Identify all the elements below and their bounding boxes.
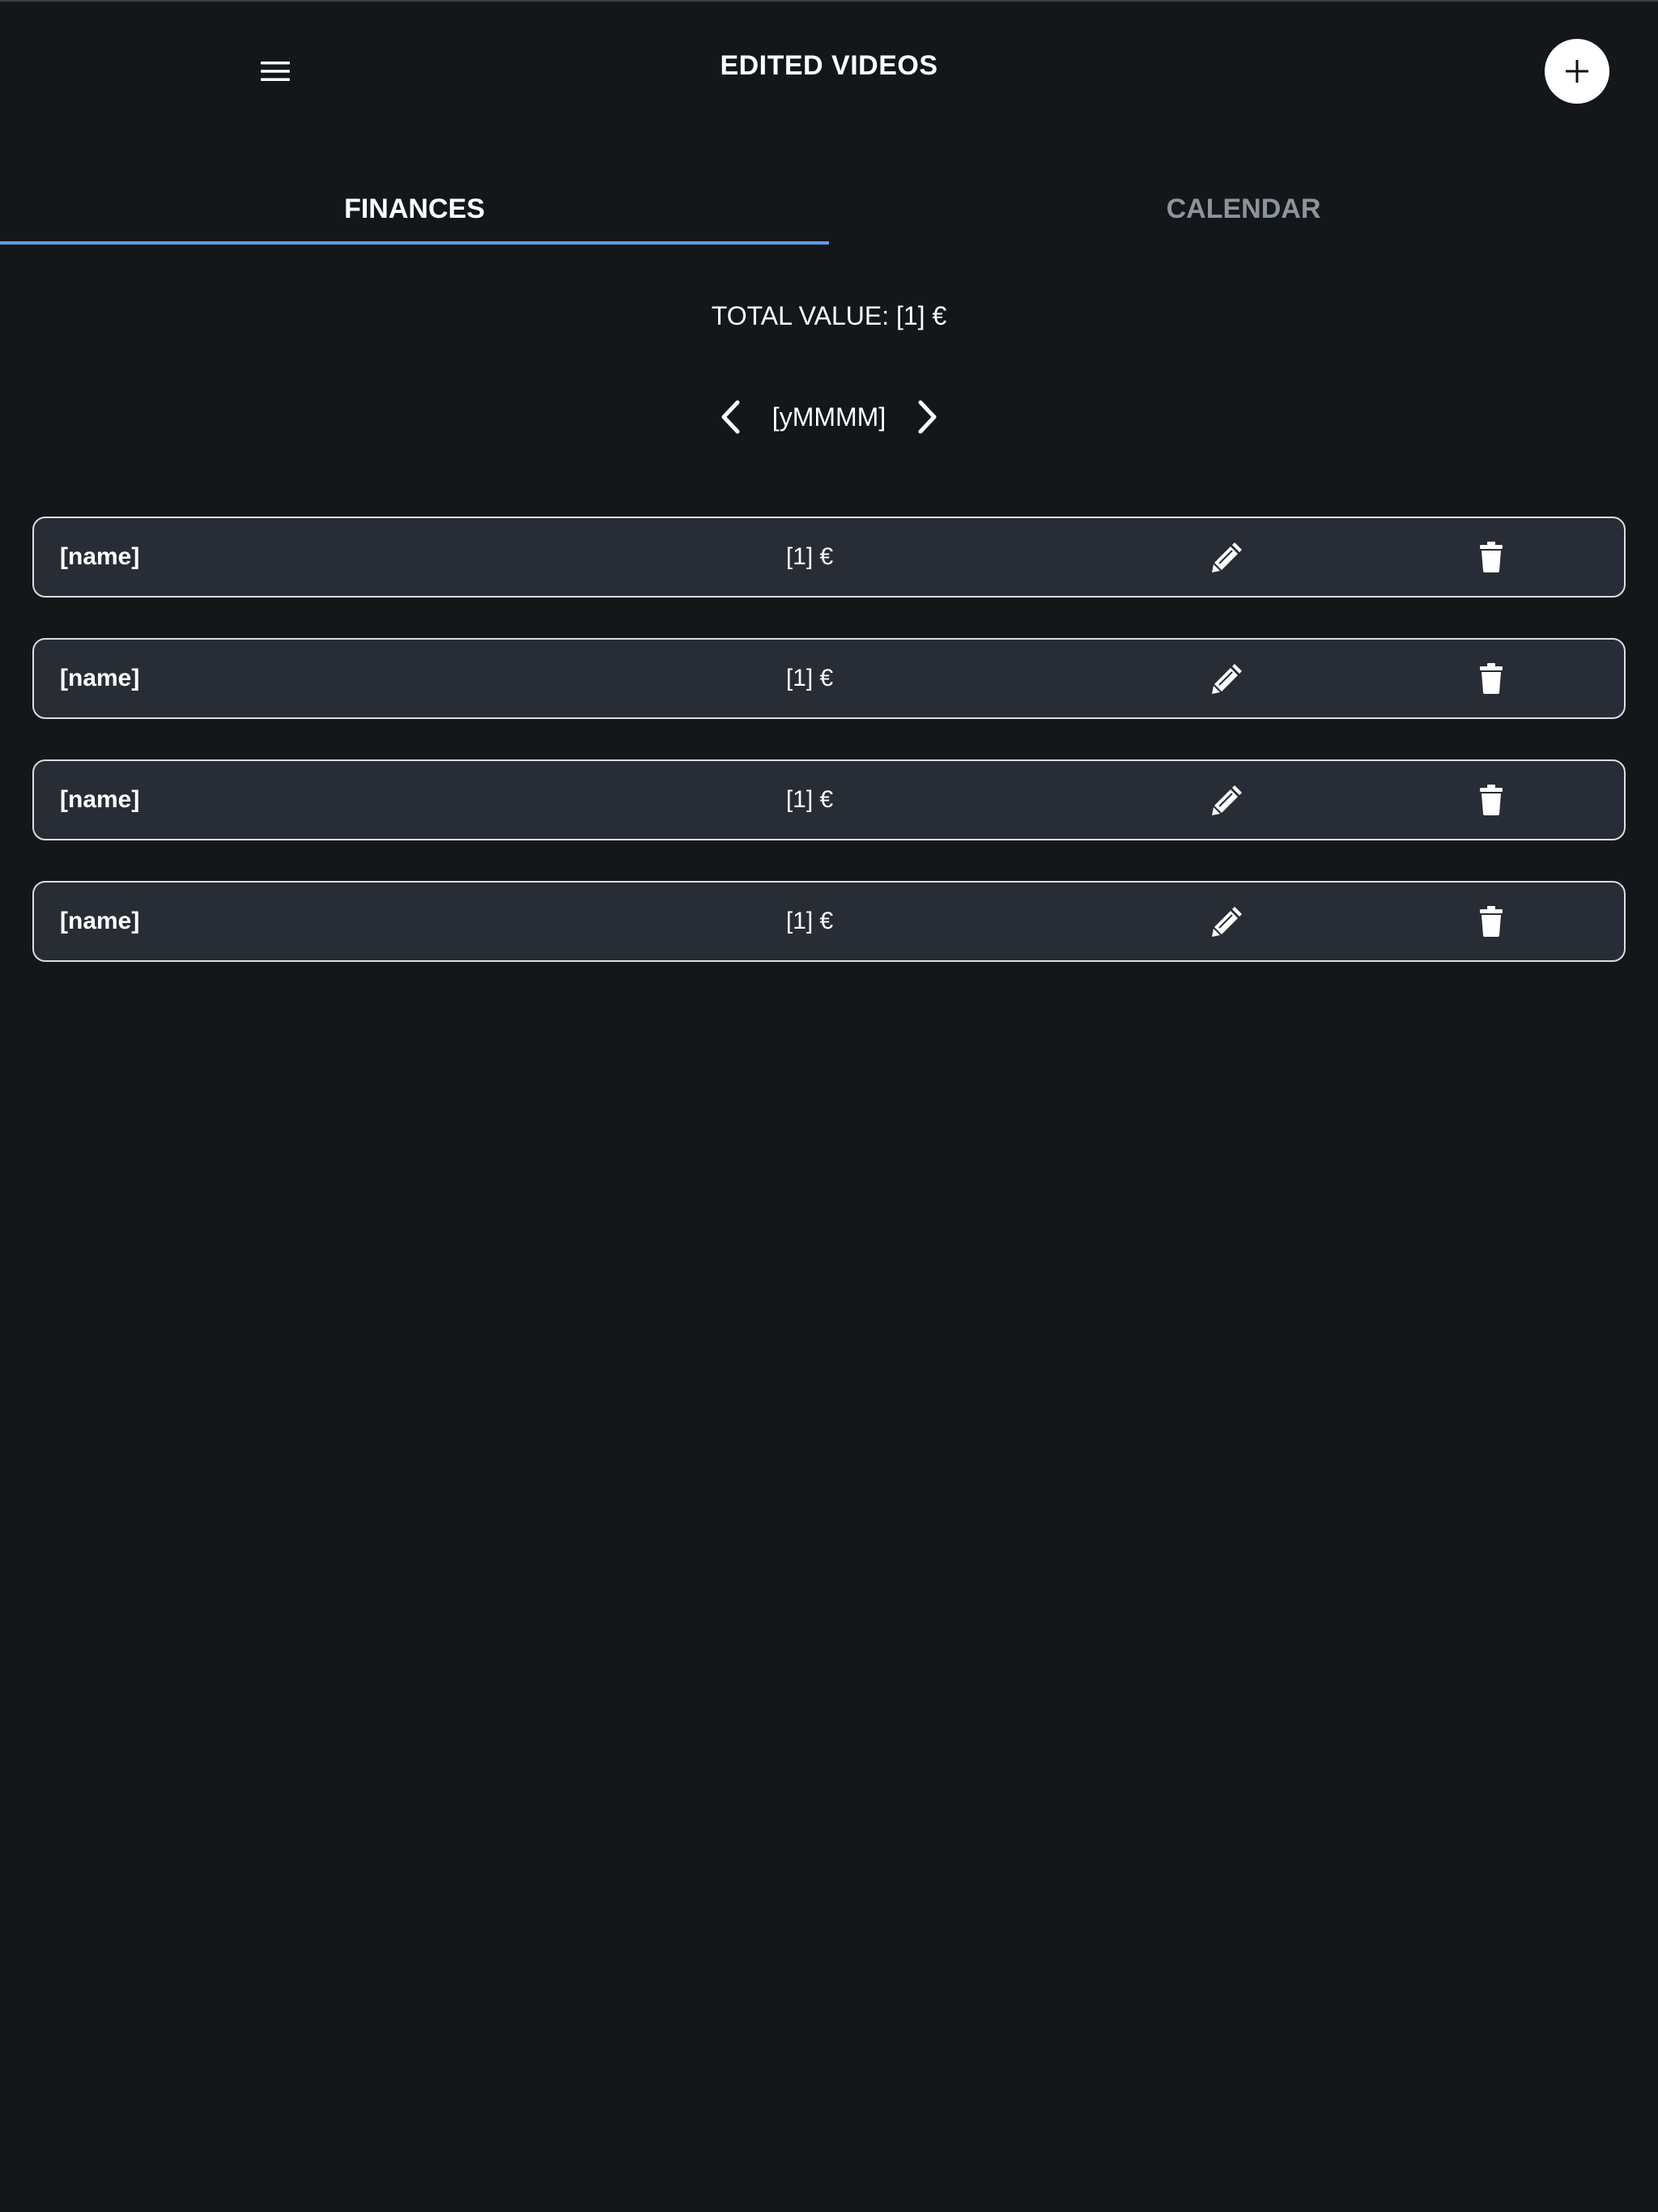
item-name: [name] (60, 543, 140, 570)
total-value: TOTAL VALUE: [1] € (711, 301, 947, 330)
trash-icon (1480, 906, 1503, 937)
previous-month-button[interactable] (706, 393, 755, 441)
trash-icon (1480, 785, 1503, 815)
month-label: [yMMMM] (772, 402, 886, 432)
app-header: EDITED VIDEOS (0, 0, 1658, 143)
list-item[interactable]: [name] [1] € (32, 638, 1626, 719)
edit-button[interactable] (1205, 657, 1250, 700)
month-navigator: [yMMMM] (0, 389, 1658, 445)
pencil-icon (1212, 664, 1242, 694)
page-title: EDITED VIDEOS (720, 50, 938, 81)
item-value: [1] € (785, 543, 834, 570)
item-name: [name] (60, 665, 140, 691)
item-value: [1] € (785, 786, 834, 813)
delete-button[interactable] (1469, 779, 1514, 821)
tab-calendar[interactable]: CALENDAR (829, 170, 1658, 248)
list-item[interactable]: [name] [1] € (32, 517, 1626, 598)
plus-icon (1566, 60, 1588, 83)
pencil-icon (1212, 542, 1242, 572)
item-name: [name] (60, 908, 140, 934)
chevron-right-icon (918, 400, 937, 434)
active-tab-indicator (0, 241, 829, 245)
add-button[interactable] (1545, 39, 1609, 104)
edit-button[interactable] (1205, 536, 1250, 578)
pencil-icon (1212, 785, 1242, 815)
trash-icon (1480, 663, 1503, 694)
delete-button[interactable] (1469, 900, 1514, 942)
edit-button[interactable] (1205, 900, 1250, 942)
delete-button[interactable] (1469, 657, 1514, 700)
list-item[interactable]: [name] [1] € (32, 759, 1626, 840)
trash-icon (1480, 542, 1503, 572)
item-value: [1] € (785, 908, 834, 934)
tab-finances[interactable]: FINANCES (0, 170, 829, 248)
tab-bar: FINANCES CALENDAR (0, 170, 1658, 248)
edit-button[interactable] (1205, 779, 1250, 821)
video-list: [name] [1] € [name] [1] € [name] [1] € [… (32, 517, 1626, 1002)
item-value: [1] € (785, 665, 834, 691)
list-item[interactable]: [name] [1] € (32, 881, 1626, 962)
next-month-button[interactable] (903, 393, 952, 441)
pencil-icon (1212, 907, 1242, 937)
item-name: [name] (60, 786, 140, 813)
delete-button[interactable] (1469, 536, 1514, 578)
chevron-left-icon (721, 400, 740, 434)
